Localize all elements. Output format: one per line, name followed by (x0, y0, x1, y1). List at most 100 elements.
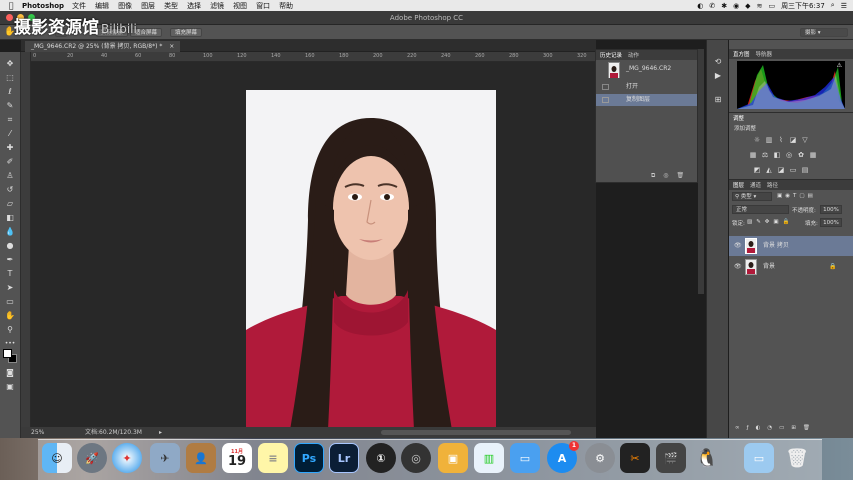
spotlight-icon[interactable]: ⌕ (831, 1, 835, 10)
lightroom-icon[interactable]: Lr (329, 443, 359, 473)
menu-help[interactable]: 帮助 (279, 1, 293, 11)
quick-select-tool-icon[interactable]: ✎ (4, 100, 16, 111)
hand-tool-icon[interactable]: ✋ (4, 310, 16, 321)
canvas-area[interactable] (31, 62, 596, 427)
app-store-icon[interactable]: A 1 (547, 441, 579, 473)
type-tool-icon[interactable]: T (4, 268, 16, 279)
exposure-adjust-icon[interactable]: ◪ (789, 136, 797, 144)
photoshop-icon[interactable]: Ps (294, 443, 324, 473)
menu-filter[interactable]: 滤镜 (210, 1, 224, 11)
capture-one-icon[interactable]: ① (366, 443, 396, 473)
menu-select[interactable]: 选择 (187, 1, 201, 11)
tab-actions[interactable]: 动作 (628, 51, 639, 59)
menu-type[interactable]: 类型 (164, 1, 178, 11)
launchpad-icon[interactable]: 🚀 (77, 443, 107, 473)
selective-color-adjust-icon[interactable]: ▭ (789, 166, 797, 174)
layer-filter-icons[interactable]: ▣◉T▢▤ (777, 193, 816, 199)
trash-icon[interactable]: 🗑 (782, 443, 812, 473)
tab-history[interactable]: 历史记录 (600, 51, 622, 59)
screen-mode-icon[interactable]: ▣ (4, 381, 16, 392)
color-balance-adjust-icon[interactable]: ⚖ (761, 151, 769, 159)
menu-layer[interactable]: 图层 (141, 1, 155, 11)
workspace-switcher[interactable]: 摄影 ▾ (800, 28, 848, 37)
visibility-eye-icon[interactable]: 👁 (734, 236, 742, 256)
eraser-tool-icon[interactable]: ▱ (4, 198, 16, 209)
qq-icon[interactable]: 🐧 (692, 443, 722, 473)
document-tab[interactable]: _MG_9646.CR2 @ 25% (背景 拷贝, RGB/8*) * × (25, 41, 181, 52)
history-snapshot-thumbnail[interactable] (608, 62, 620, 78)
foreground-color-swatch[interactable] (3, 349, 12, 358)
history-step-duplicate-layer[interactable]: 复制图层 (596, 94, 697, 106)
battery-icon[interactable]: ▭ (768, 2, 775, 10)
wifi-icon[interactable]: ≋ (757, 2, 763, 10)
vibrance-adjust-icon[interactable]: ▽ (801, 136, 809, 144)
dropbox-icon[interactable]: ◆ (745, 2, 750, 10)
tab-histogram[interactable]: 直方图 (733, 50, 750, 58)
preview-icon[interactable]: ▣ (438, 443, 468, 473)
layer-row-background[interactable]: 👁 背景 🔒 (729, 257, 853, 277)
notes-icon[interactable]: ≡ (258, 443, 288, 473)
tab-adjustments[interactable]: 调整 (733, 114, 744, 122)
blend-mode-select[interactable]: 正常 (732, 205, 789, 214)
menu-file[interactable]: 文件 (72, 1, 86, 11)
horizontal-scrollbar[interactable] (381, 430, 571, 435)
wechat-icon[interactable]: ✆ (709, 2, 715, 10)
levels-adjust-icon[interactable]: ▥ (765, 136, 773, 144)
blur-tool-icon[interactable]: 💧 (4, 226, 16, 237)
menu-view[interactable]: 视图 (233, 1, 247, 11)
notification-icon[interactable]: ☰ (841, 2, 847, 10)
tab-navigator[interactable]: 导航器 (756, 50, 773, 58)
status-menu-arrow-icon[interactable]: ▸ (159, 427, 162, 438)
bluetooth-icon[interactable]: ✱ (721, 2, 727, 10)
fill-screen-button[interactable]: 填充屏幕 (170, 28, 203, 37)
warning-icon[interactable]: ⚠ (837, 62, 842, 69)
visibility-eye-icon[interactable]: 👁 (734, 257, 742, 277)
lock-icons[interactable]: ▨✎✥▣🔒 (747, 219, 793, 225)
actions-panel-icon[interactable]: ▶ (712, 70, 724, 81)
gradient-tool-icon[interactable]: ◧ (4, 212, 16, 223)
delete-state-icon[interactable]: 🗑 (677, 172, 685, 180)
clock[interactable]: 周三下午6:37 (781, 1, 825, 11)
shape-tool-icon[interactable]: ▭ (4, 296, 16, 307)
aperture-icon[interactable]: ◎ (401, 443, 431, 473)
contacts-icon[interactable]: 👤 (186, 443, 216, 473)
close-window-button[interactable] (6, 14, 13, 21)
layer-name[interactable]: 背景 (763, 257, 775, 277)
downloads-folder-icon[interactable]: ▭ (744, 443, 774, 473)
tab-channels[interactable]: 通道 (750, 181, 761, 189)
history-brush-source-checkbox[interactable] (602, 84, 609, 90)
menu-app-name[interactable]: Photoshop (22, 2, 64, 10)
keynote-icon[interactable]: ▭ (510, 443, 540, 473)
dodge-tool-icon[interactable]: ● (4, 240, 16, 251)
layer-filter-select[interactable]: ⚲ 类型 ▾ (732, 192, 772, 201)
numbers-icon[interactable]: ▥ (474, 443, 504, 473)
tab-layers[interactable]: 图层 (733, 181, 744, 189)
photo-slideshow-icon[interactable]: 🎬 (656, 443, 686, 473)
calendar-icon[interactable]: 11月 19 (222, 443, 252, 473)
opacity-input[interactable]: 100% (820, 205, 842, 214)
pen-tool-icon[interactable]: ✒ (4, 254, 16, 265)
path-select-tool-icon[interactable]: ➤ (4, 282, 16, 293)
history-brush-source-checkbox[interactable] (602, 97, 609, 103)
history-step-open[interactable]: 打开 (596, 81, 697, 93)
menu-edit[interactable]: 编辑 (95, 1, 109, 11)
fill-input[interactable]: 100% (820, 218, 842, 227)
history-brush-tool-icon[interactable]: ↺ (4, 184, 16, 195)
record-icon[interactable]: ◉ (733, 2, 739, 10)
canvas-vertical-scrollbar[interactable] (698, 49, 704, 294)
properties-panel-icon[interactable]: ⊞ (712, 94, 724, 105)
photo-filter-adjust-icon[interactable]: ◎ (785, 151, 793, 159)
layer-name[interactable]: 背景 拷贝 (763, 236, 789, 256)
zoom-level[interactable]: 25% (31, 427, 44, 438)
safari-icon[interactable]: ✦ (112, 443, 142, 473)
zoom-tool-icon[interactable]: ⚲ (4, 324, 16, 335)
crop-tool-icon[interactable]: ⌗ (4, 114, 16, 125)
final-cut-icon[interactable]: ✂ (620, 443, 650, 473)
quick-mask-icon[interactable]: ◙ (4, 367, 16, 378)
system-preferences-icon[interactable]: ⚙ (585, 443, 615, 473)
brush-tool-icon[interactable]: ✐ (4, 156, 16, 167)
healing-brush-tool-icon[interactable]: ✚ (4, 142, 16, 153)
menu-image[interactable]: 图像 (118, 1, 132, 11)
gradient-map-adjust-icon[interactable]: ▤ (801, 166, 809, 174)
hue-saturation-adjust-icon[interactable]: ▦ (749, 151, 757, 159)
